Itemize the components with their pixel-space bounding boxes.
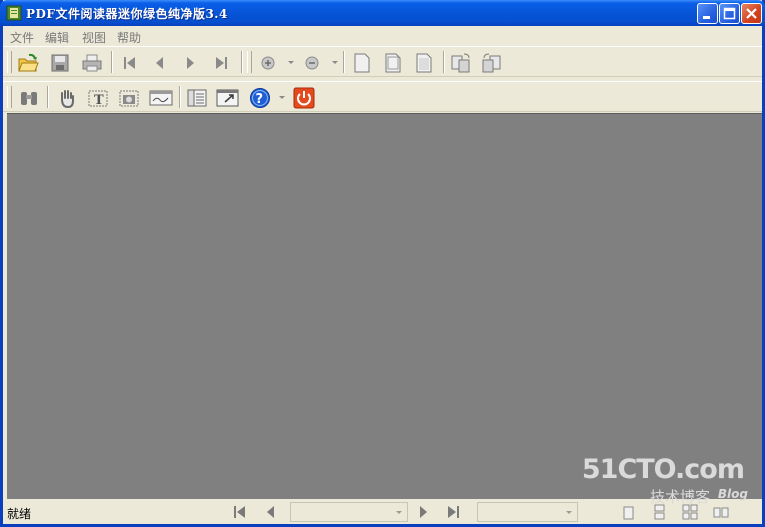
zoom-combo[interactable]	[477, 502, 578, 522]
toolbar-separator	[343, 51, 345, 73]
toolbar-separator	[111, 51, 113, 73]
toolbar-grip[interactable]	[7, 51, 12, 73]
status-text: 就绪	[7, 507, 32, 521]
page-number-combo[interactable]	[290, 502, 408, 522]
continuous-view-icon[interactable]	[651, 504, 667, 520]
zoom-dropdown-icon[interactable]	[566, 511, 572, 514]
svg-text:?: ?	[256, 92, 264, 107]
status-next-page-icon[interactable]	[415, 504, 431, 520]
menu-help[interactable]: 帮助	[117, 29, 141, 46]
tools-toolbar: T ?	[3, 81, 762, 112]
minimize-button[interactable]	[697, 3, 718, 24]
zoom-out-dropdown-icon[interactable]	[332, 61, 338, 64]
text-select-icon[interactable]: T	[87, 87, 109, 109]
signature-icon[interactable]	[149, 87, 173, 109]
hand-tool-icon[interactable]	[56, 87, 78, 109]
fit-page-icon[interactable]	[351, 52, 373, 74]
menu-file[interactable]: 文件	[10, 29, 34, 46]
title-bar[interactable]: PDF文件阅读器迷你绿色纯净版3.4	[0, 0, 765, 26]
toolbar-separator	[47, 86, 49, 108]
status-last-page-icon[interactable]	[445, 504, 461, 520]
app-window: PDF文件阅读器迷你绿色纯净版3.4 文件 编辑 视图 帮助 T ? 51CTO…	[0, 0, 765, 527]
help-dropdown-icon[interactable]	[279, 96, 285, 99]
menu-bar: 文件 编辑 视图 帮助	[3, 26, 762, 46]
toolbar-grip[interactable]	[7, 86, 12, 108]
zoom-in-icon[interactable]	[257, 52, 279, 74]
open-folder-icon[interactable]	[17, 52, 39, 74]
document-workspace[interactable]: 51CTO.com 技术博客 Blog	[7, 113, 762, 506]
toolbar-separator	[179, 86, 181, 108]
close-button[interactable]	[741, 3, 762, 24]
bookmarks-panel-icon[interactable]	[186, 87, 208, 109]
previous-page-icon[interactable]	[149, 52, 171, 74]
status-bar: 就绪	[3, 499, 762, 524]
toolbar-separator	[241, 51, 243, 73]
help-icon[interactable]: ?	[249, 87, 271, 109]
rotate-left-icon[interactable]	[481, 52, 503, 74]
status-first-page-icon[interactable]	[232, 504, 248, 520]
snapshot-icon[interactable]	[118, 87, 140, 109]
continuous-facing-view-icon[interactable]	[713, 504, 729, 520]
actual-size-icon[interactable]	[413, 52, 435, 74]
save-icon[interactable]	[49, 52, 71, 74]
zoom-in-dropdown-icon[interactable]	[288, 61, 294, 64]
zoom-out-icon[interactable]	[301, 52, 323, 74]
toolbar-grip[interactable]	[247, 51, 252, 73]
facing-view-icon[interactable]	[682, 504, 698, 520]
rotate-right-icon[interactable]	[450, 52, 472, 74]
svg-text:T: T	[94, 93, 104, 108]
menu-view[interactable]: 视图	[82, 29, 106, 46]
first-page-icon[interactable]	[119, 52, 141, 74]
page-number-dropdown-icon[interactable]	[396, 511, 402, 514]
app-icon	[6, 5, 22, 21]
fit-width-icon[interactable]	[382, 52, 404, 74]
main-toolbar	[3, 46, 762, 77]
watermark-main: 51CTO.com	[581, 454, 745, 485]
last-page-icon[interactable]	[210, 52, 232, 74]
maximize-button[interactable]	[719, 3, 740, 24]
print-icon[interactable]	[81, 52, 103, 74]
find-binoculars-icon[interactable]	[18, 87, 40, 109]
menu-edit[interactable]: 编辑	[45, 29, 69, 46]
status-previous-page-icon[interactable]	[263, 504, 279, 520]
window-title: PDF文件阅读器迷你绿色纯净版3.4	[26, 7, 228, 21]
full-screen-icon[interactable]	[216, 87, 239, 109]
single-page-view-icon[interactable]	[620, 504, 636, 520]
next-page-icon[interactable]	[179, 52, 201, 74]
exit-icon[interactable]	[293, 87, 315, 109]
toolbar-separator	[443, 51, 445, 73]
